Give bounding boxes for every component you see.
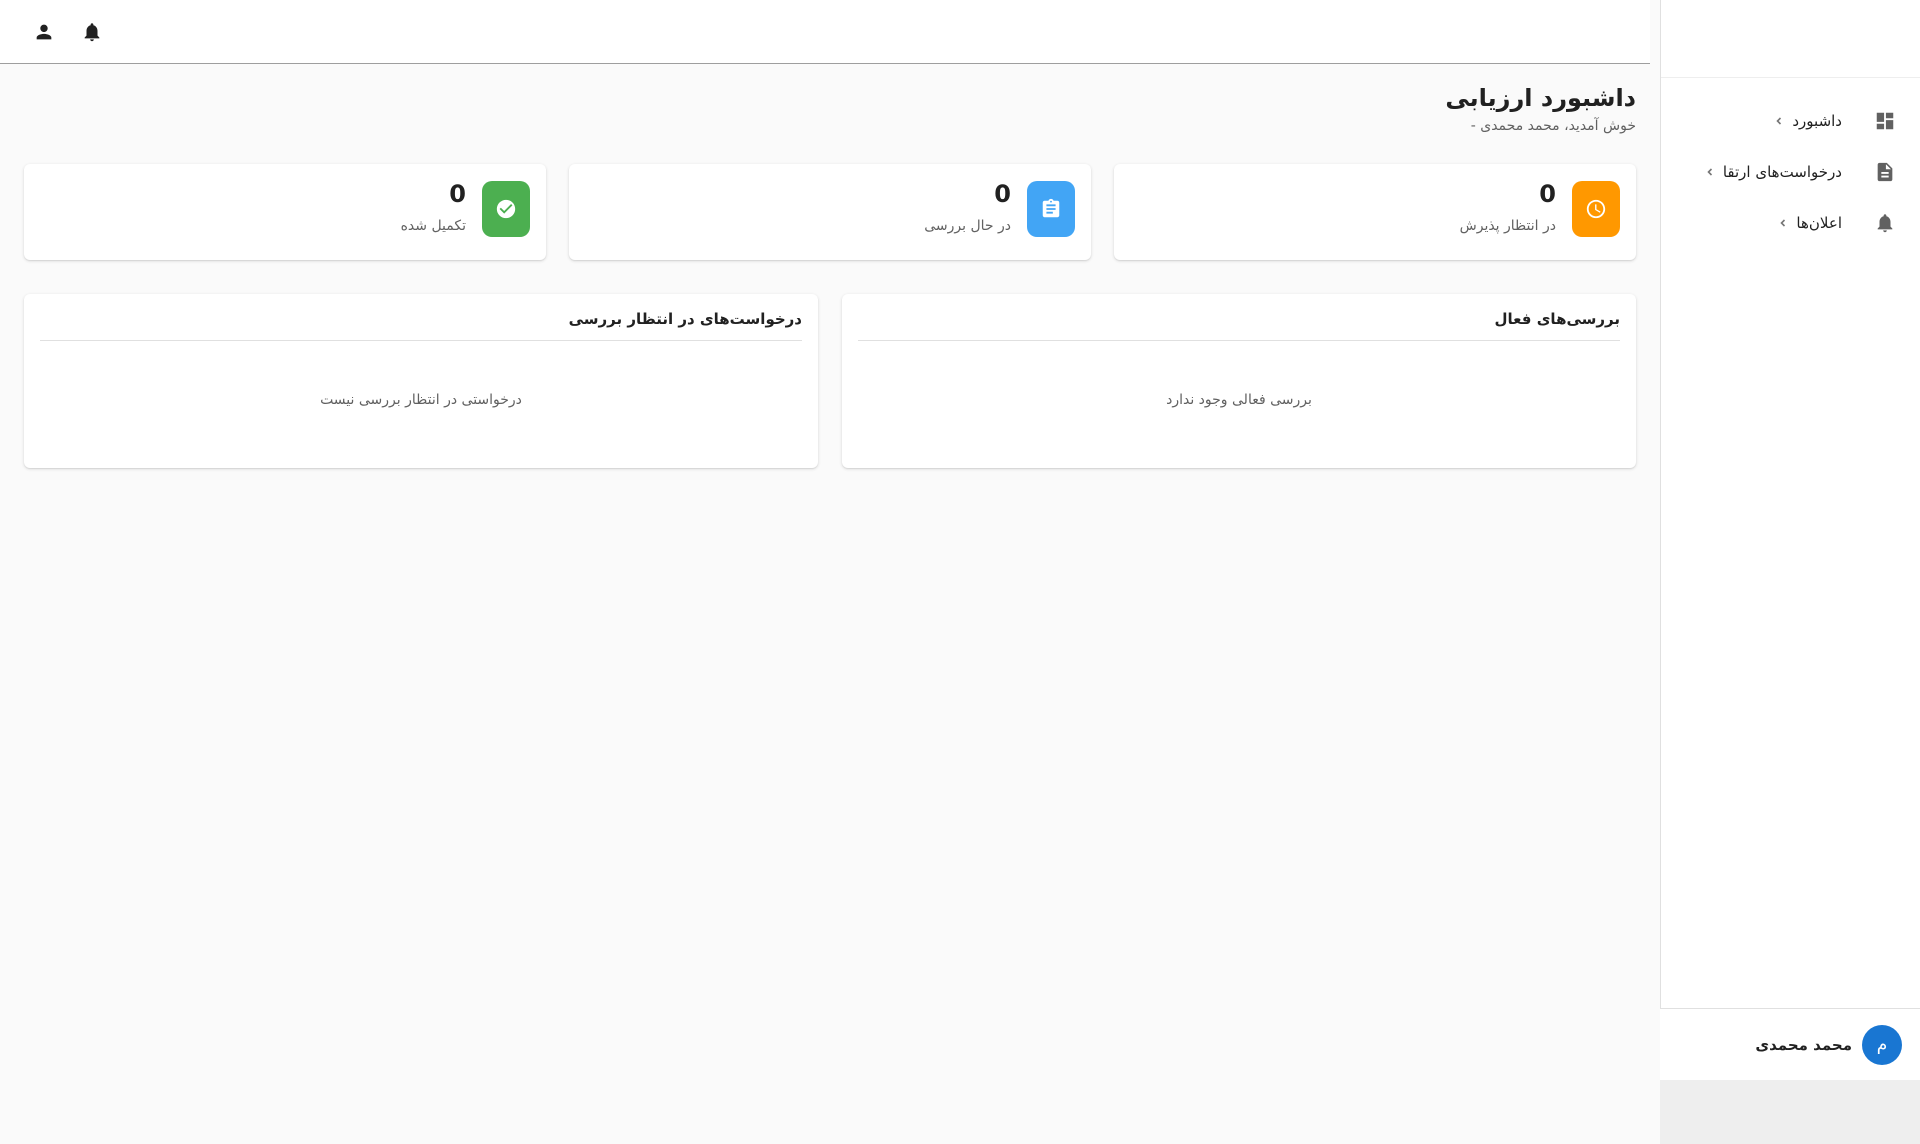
panel-title: درخواست‌های در انتظار بررسی	[568, 310, 802, 328]
clock-icon	[1585, 198, 1607, 220]
notifications-button[interactable]	[74, 14, 110, 50]
profile-button[interactable]	[26, 14, 62, 50]
avatar: م	[1862, 1024, 1902, 1065]
document-icon	[1874, 161, 1896, 183]
stat-label: تکمیل شده	[400, 218, 466, 234]
active-reviews-panel: بررسی‌های فعال بررسی فعالی وجود ندارد	[842, 294, 1636, 468]
chevron-left-icon	[1776, 217, 1788, 229]
empty-state-text: بررسی فعالی وجود ندارد	[1166, 392, 1312, 408]
empty-state-text: درخواستی در انتظار بررسی نیست	[320, 392, 522, 408]
panel-title: بررسی‌های فعال	[1494, 310, 1620, 328]
stat-icon-box	[482, 181, 530, 237]
stat-icon-box	[1027, 181, 1075, 237]
bell-icon	[81, 21, 103, 43]
page-title: داشبورد ارزیابی	[1445, 84, 1636, 112]
sidebar-item-label: داشبورد	[1792, 112, 1842, 130]
sidebar-footer-space	[1660, 1080, 1920, 1144]
clipboard-icon	[1040, 198, 1062, 220]
sidebar-item-dashboard[interactable]: داشبورد	[1660, 98, 1920, 144]
chevron-left-icon	[1772, 115, 1784, 127]
chevron-left-icon	[1703, 166, 1715, 178]
stat-card-pending-acceptance: 0 در انتظار پذیرش	[1114, 164, 1636, 260]
page-subtitle: خوش آمدید، محمد محمدی -	[1470, 118, 1636, 134]
sidebar: داشبورد درخواست‌های ارتقا اعلان‌ها	[1660, 0, 1920, 1080]
sidebar-item-label: درخواست‌های ارتقا	[1722, 163, 1842, 181]
dashboard-icon	[1874, 110, 1896, 132]
stat-value: 0	[1539, 180, 1556, 208]
top-app-bar	[0, 0, 1650, 64]
sidebar-item-label: اعلان‌ها	[1796, 214, 1842, 232]
bell-icon	[1874, 212, 1896, 234]
app-root: داشبورد درخواست‌های ارتقا اعلان‌ها	[0, 0, 1920, 1144]
pending-requests-panel: درخواست‌های در انتظار بررسی درخواستی در …	[24, 294, 818, 468]
user-name: محمد محمدی	[1755, 1035, 1852, 1054]
stat-label: در انتظار پذیرش	[1459, 218, 1556, 234]
sidebar-item-upgrade-requests[interactable]: درخواست‌های ارتقا	[1660, 149, 1920, 195]
sidebar-header	[1661, 0, 1920, 78]
stat-value: 0	[449, 180, 466, 208]
stat-card-in-review: 0 در حال بررسی	[569, 164, 1091, 260]
stat-icon-box	[1572, 181, 1620, 237]
divider	[858, 340, 1620, 341]
stat-label: در حال بررسی	[924, 218, 1011, 234]
check-circle-icon	[495, 198, 517, 220]
sidebar-item-notifications[interactable]: اعلان‌ها	[1660, 200, 1920, 246]
page-header: داشبورد ارزیابی خوش آمدید، محمد محمدی -	[1445, 84, 1636, 134]
stat-value: 0	[994, 180, 1011, 208]
sidebar-user-profile[interactable]: م محمد محمدی	[1660, 1008, 1920, 1080]
person-icon	[33, 21, 55, 43]
divider	[40, 340, 802, 341]
stat-card-completed: 0 تکمیل شده	[24, 164, 546, 260]
